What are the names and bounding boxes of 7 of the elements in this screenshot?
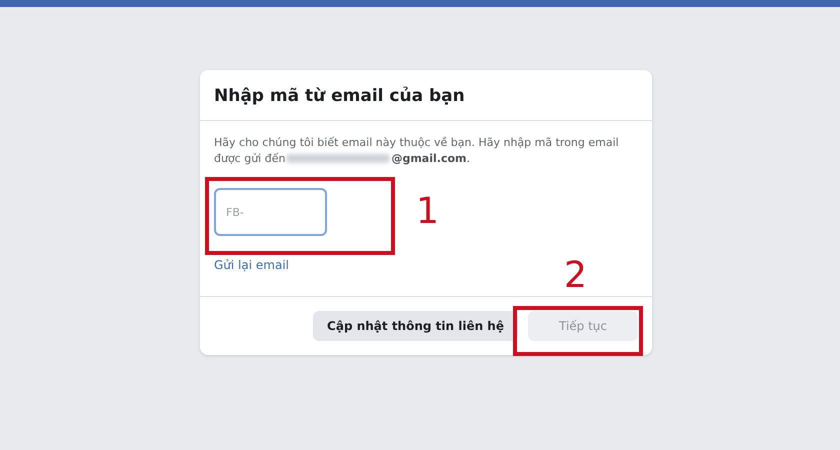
description-text: Hãy cho chúng tôi biết email này thuộc về bạn. Hãy nhập mã trong email được gửi đến @gmail.com.: [214, 135, 619, 167]
code-input-field[interactable]: FB-: [214, 188, 327, 236]
update-contact-button[interactable]: Cập nhật thông tin liên hệ: [313, 311, 518, 341]
step-number: 2: [564, 256, 587, 296]
resend-email-link[interactable]: Gửi lại email: [214, 258, 289, 272]
step-number: 1: [416, 192, 439, 232]
dialog-title: Nhập mã từ email của bạn: [214, 86, 466, 106]
